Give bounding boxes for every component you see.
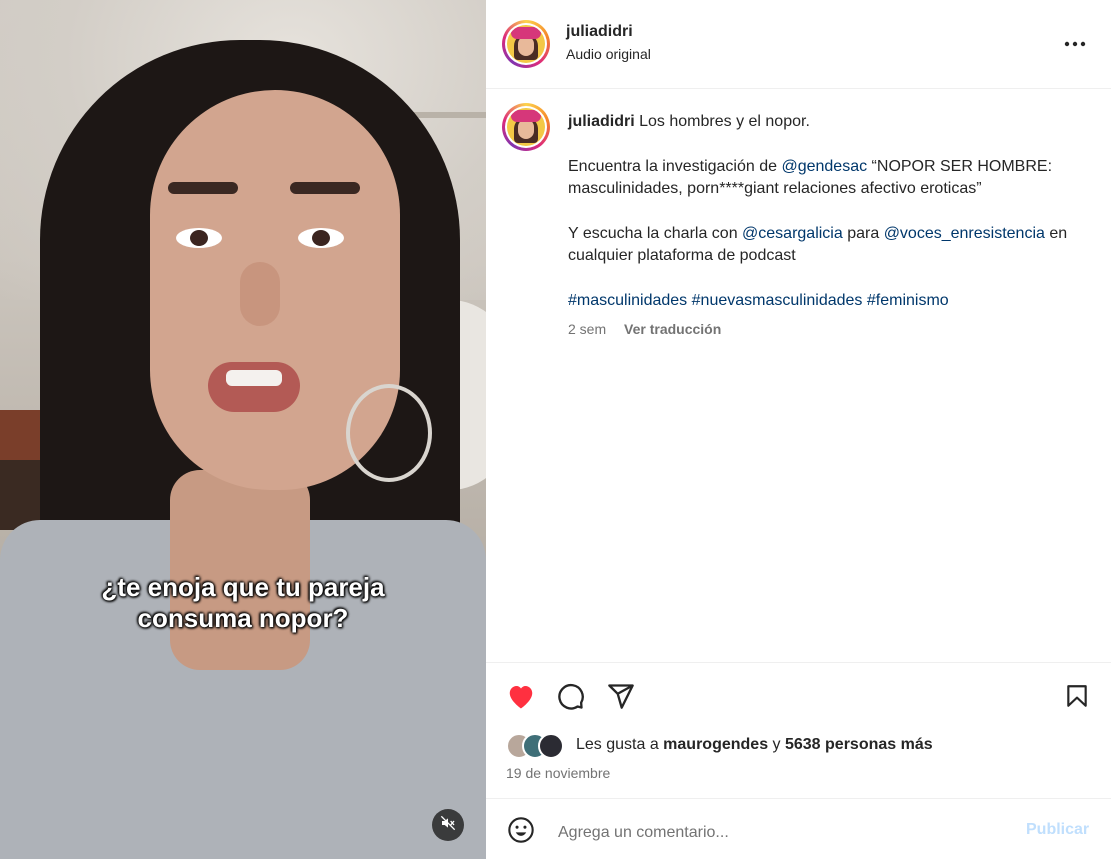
caption-avatar[interactable] bbox=[502, 103, 550, 151]
nose bbox=[240, 262, 280, 326]
video-caption: ¿te enoja que tu pareja consuma nopor? bbox=[40, 572, 446, 634]
comment-input[interactable] bbox=[556, 819, 1000, 847]
emoji-face-icon bbox=[507, 816, 535, 849]
person-neck bbox=[170, 470, 310, 670]
mention-link[interactable]: @gendesac bbox=[781, 158, 867, 175]
likes-count[interactable]: 5638 personas más bbox=[785, 736, 933, 753]
more-options-icon bbox=[1064, 34, 1086, 52]
emoji-button[interactable] bbox=[506, 816, 536, 849]
liker-avatars[interactable] bbox=[506, 733, 570, 759]
hashtag-link[interactable]: #nuevasmasculinidades bbox=[692, 292, 863, 309]
caption-username[interactable]: juliadidri bbox=[568, 113, 635, 130]
likes-prefix: Les gusta a bbox=[576, 736, 664, 753]
bookmark-icon bbox=[1064, 682, 1090, 715]
likes-summary: Les gusta a maurogendes y 5638 personas … bbox=[576, 736, 933, 754]
comments-section: juliadidri Los hombres y el nopor. Encue… bbox=[486, 89, 1111, 661]
hashtag-link[interactable]: #feminismo bbox=[867, 292, 949, 309]
post-details-panel: juliadidri Audio original juliadidri Los… bbox=[486, 0, 1111, 859]
mention-link[interactable]: @voces_enresistencia bbox=[884, 225, 1045, 242]
post-header: juliadidri Audio original bbox=[486, 0, 1111, 89]
comment-bar: Publicar bbox=[486, 798, 1111, 860]
audio-link[interactable]: Audio original bbox=[566, 46, 651, 62]
liker-avatar bbox=[538, 733, 564, 759]
mention-link[interactable]: @cesargalicia bbox=[742, 225, 843, 242]
avatar[interactable] bbox=[502, 20, 550, 68]
caption-meta: 2 sem Ver traducción bbox=[568, 321, 721, 337]
right-eye bbox=[298, 228, 344, 248]
paper-plane-icon bbox=[607, 682, 635, 715]
share-button[interactable] bbox=[604, 681, 638, 715]
caption-text: Y escucha la charla con bbox=[568, 224, 743, 242]
heart-icon bbox=[506, 682, 536, 715]
speaker-muted-icon bbox=[440, 815, 456, 836]
post-video[interactable]: ¿te enoja que tu pareja consuma nopor? bbox=[0, 0, 486, 859]
left-eye bbox=[176, 228, 222, 248]
caption-text: Encuentra la investigación de bbox=[568, 157, 782, 175]
caption-text: para bbox=[842, 224, 884, 242]
publish-button[interactable]: Publicar bbox=[1026, 821, 1089, 839]
header-username[interactable]: juliadidri bbox=[566, 23, 651, 41]
comment-bubble-icon bbox=[557, 682, 585, 715]
liker-username[interactable]: maurogendes bbox=[663, 736, 768, 753]
caption-title: Los hombres y el nopor. bbox=[639, 113, 810, 130]
post-age: 2 sem bbox=[568, 321, 607, 337]
hashtag-link[interactable]: #masculinidades bbox=[568, 292, 687, 309]
hoop-earring bbox=[346, 384, 432, 482]
more-options-button[interactable] bbox=[1062, 30, 1088, 56]
left-eyebrow bbox=[168, 182, 238, 194]
post-caption: juliadidri Los hombres y el nopor. Encue… bbox=[568, 111, 1088, 334]
caption-line-2: consuma nopor? bbox=[137, 603, 349, 633]
right-eyebrow bbox=[290, 182, 360, 194]
post-date: 19 de noviembre bbox=[506, 765, 611, 781]
caption-line-1: ¿te enoja que tu pareja bbox=[101, 572, 385, 602]
like-button[interactable] bbox=[504, 681, 538, 715]
mouth bbox=[208, 362, 300, 412]
comment-button[interactable] bbox=[554, 681, 588, 715]
likes-mid: y bbox=[768, 736, 785, 753]
translate-button[interactable]: Ver traducción bbox=[624, 321, 721, 337]
actions-section: Les gusta a maurogendes y 5638 personas … bbox=[486, 662, 1111, 799]
save-button[interactable] bbox=[1060, 681, 1094, 715]
mute-button[interactable] bbox=[432, 809, 464, 841]
